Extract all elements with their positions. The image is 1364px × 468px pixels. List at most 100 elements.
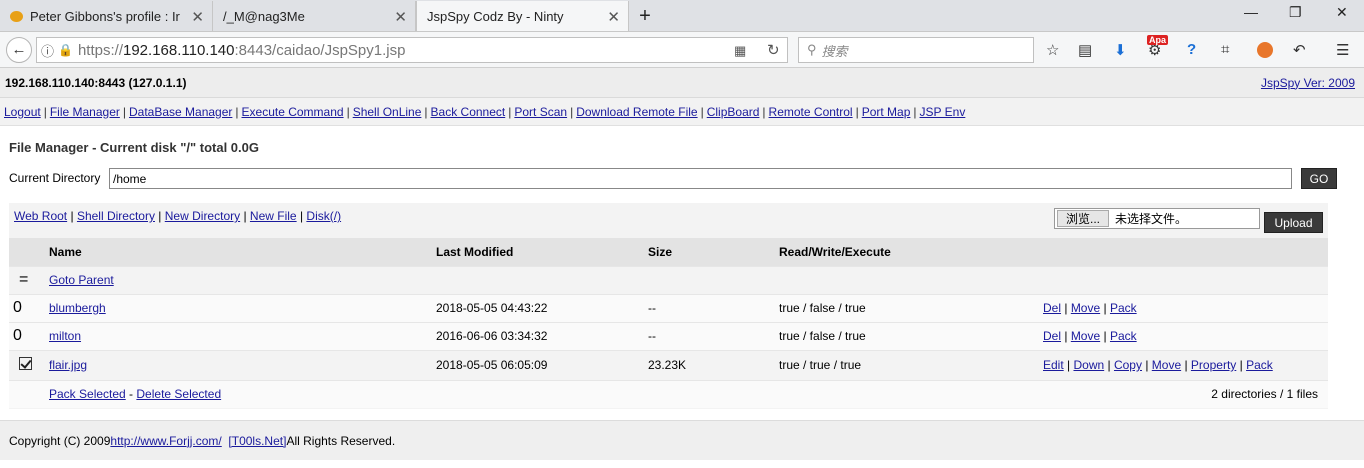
directory-summary: 2 directories / 1 files <box>1043 379 1328 408</box>
menu-remote-control[interactable]: Remote Control <box>769 105 853 119</box>
row-marker: 0 <box>13 327 22 344</box>
no-file-text: 未选择文件。 <box>1115 212 1188 226</box>
version-link[interactable]: JspSpy Ver: 2009 <box>1261 76 1355 90</box>
column-header-name: Name <box>49 238 436 266</box>
tab-strip: Peter Gibbons's profile : Ir ✕ /_M@nag3M… <box>0 0 1364 32</box>
table-row: flair.jpg 2018-05-05 06:05:09 23.23K tru… <box>9 349 1328 380</box>
close-icon[interactable]: ✕ <box>607 8 620 26</box>
menu-database-manager[interactable]: DataBase Manager <box>129 105 232 119</box>
shell-directory-link[interactable]: Shell Directory <box>77 209 155 223</box>
menu-jsp-env[interactable]: JSP Env <box>920 105 966 119</box>
upload-button[interactable]: Upload <box>1264 212 1323 233</box>
file-name-link[interactable]: blumbergh <box>49 301 106 315</box>
tab-label: JspSpy Codz By - Ninty <box>427 8 564 24</box>
tab-label: /_M@nag3Me <box>223 8 305 24</box>
search-placeholder: 搜索 <box>821 43 848 59</box>
del-link[interactable]: Del <box>1043 301 1061 315</box>
reading-list-icon[interactable]: ▤ <box>1078 41 1092 59</box>
menu-file-manager[interactable]: File Manager <box>50 105 120 119</box>
minimize-icon[interactable]: — <box>1244 4 1258 20</box>
delete-selected-link[interactable]: Delete Selected <box>136 387 221 401</box>
tab-manage[interactable]: /_M@nag3Me ✕ <box>213 1 416 31</box>
download-icon[interactable]: ⬇ <box>1114 41 1127 59</box>
pack-selected-link[interactable]: Pack Selected <box>49 387 126 401</box>
pack-link[interactable]: Pack <box>1110 301 1137 315</box>
row-actions: Del | Move | Pack <box>1043 293 1328 322</box>
qr-code-icon[interactable]: ▦ <box>734 43 746 59</box>
back-button[interactable]: ← <box>6 36 32 63</box>
menu-port-map[interactable]: Port Map <box>862 105 911 119</box>
table-row: 0 milton 2016-06-06 03:34:32 -- true / f… <box>9 321 1328 350</box>
apa-badge: Apa <box>1147 35 1169 45</box>
menu-back-connect[interactable]: Back Connect <box>431 105 506 119</box>
menu-shell-online[interactable]: Shell OnLine <box>353 105 422 119</box>
file-name-link[interactable]: milton <box>49 329 81 343</box>
del-link[interactable]: Del <box>1043 329 1061 343</box>
goto-parent-link[interactable]: Goto Parent <box>49 273 114 287</box>
reload-icon[interactable]: ↻ <box>767 41 780 59</box>
go-button[interactable]: GO <box>1301 168 1337 189</box>
chat-bubble-icon <box>10 10 23 22</box>
info-icon: ⓘ <box>41 43 55 59</box>
arrow-left-icon: ← <box>11 41 27 58</box>
menu-logout[interactable]: Logout <box>4 105 41 119</box>
copy-link[interactable]: Copy <box>1114 358 1142 372</box>
table-footer-row: Pack Selected - Delete Selected 2 direct… <box>9 379 1328 408</box>
current-directory-input[interactable] <box>109 168 1292 189</box>
restore-icon[interactable]: ❐ <box>1289 4 1302 21</box>
t00ls-link[interactable]: [T00ls.Net] <box>228 434 286 448</box>
menu-execute-command[interactable]: Execute Command <box>242 105 344 119</box>
menu-port-scan[interactable]: Port Scan <box>514 105 567 119</box>
search-box[interactable]: ⚲ 搜索 <box>798 37 1034 63</box>
crop-icon[interactable]: ⌗ <box>1221 41 1229 58</box>
disk-link[interactable]: Disk(/) <box>306 209 341 223</box>
file-input[interactable]: 浏览... 未选择文件。 <box>1054 208 1260 229</box>
main-menu: Logout | File Manager | DataBase Manager | … <box>0 98 1364 126</box>
url-scheme: https:// <box>77 41 123 59</box>
move-link[interactable]: Move <box>1071 329 1100 343</box>
new-file-link[interactable]: New File <box>250 209 297 223</box>
menu-clipboard[interactable]: ClipBoard <box>707 105 760 119</box>
undo-icon[interactable]: ↶ <box>1293 41 1306 59</box>
web-root-link[interactable]: Web Root <box>14 209 67 223</box>
file-name-link[interactable]: flair.jpg <box>49 358 87 372</box>
parent-marker: = <box>19 271 29 288</box>
close-icon[interactable]: ✕ <box>191 8 204 26</box>
page-header: 192.168.110.140:8443 (127.0.1.1) JspSpy … <box>0 68 1364 98</box>
close-icon[interactable]: ✕ <box>394 8 407 26</box>
permissions: true / false / true <box>779 321 1043 350</box>
row-marker: 0 <box>13 299 22 316</box>
menu-download-remote-file[interactable]: Download Remote File <box>576 105 697 119</box>
hamburger-menu-icon[interactable]: ☰ <box>1336 41 1349 59</box>
column-header-size: Size <box>648 238 779 266</box>
current-directory-row: Current Directory GO <box>9 168 1337 189</box>
row-actions: Edit | Down | Copy | Move | Property | P… <box>1043 349 1328 380</box>
close-window-icon[interactable]: ✕ <box>1336 4 1348 21</box>
file-size: -- <box>648 293 779 322</box>
page-footer: Copyright (C) 2009 http://www.Forjj.com/… <box>0 420 1364 460</box>
move-link[interactable]: Move <box>1152 358 1181 372</box>
table-header: Name Last Modified Size Read/Write/Execu… <box>9 238 1328 266</box>
property-link[interactable]: Property <box>1191 358 1236 372</box>
rights-text: All Rights Reserved. <box>286 433 396 448</box>
current-directory-label: Current Directory <box>9 171 101 185</box>
column-header-modified: Last Modified <box>436 238 648 266</box>
pack-link[interactable]: Pack <box>1110 329 1137 343</box>
edit-link[interactable]: Edit <box>1043 358 1064 372</box>
firefox-icon[interactable] <box>1257 42 1273 58</box>
tab-jspspy[interactable]: JspSpy Codz By - Ninty ✕ <box>416 1 629 31</box>
url-bar[interactable]: ⓘ 🔒 https://192.168.110.140:8443/caidao/… <box>36 37 788 63</box>
move-link[interactable]: Move <box>1071 301 1100 315</box>
select-checkbox[interactable] <box>19 357 32 370</box>
pack-link[interactable]: Pack <box>1246 358 1273 372</box>
forjj-link[interactable]: http://www.Forjj.com/ <box>110 434 221 448</box>
copyright-text: Copyright (C) 2009 <box>9 433 111 448</box>
new-tab-button[interactable]: + <box>629 1 661 31</box>
down-link[interactable]: Down <box>1073 358 1104 372</box>
browse-button[interactable]: 浏览... <box>1057 210 1110 227</box>
row-actions: Del | Move | Pack <box>1043 321 1328 350</box>
help-icon[interactable]: ? <box>1187 41 1196 58</box>
tab-profile[interactable]: Peter Gibbons's profile : Ir ✕ <box>0 1 213 31</box>
new-directory-link[interactable]: New Directory <box>165 209 240 223</box>
bookmark-star-icon[interactable]: ☆ <box>1046 41 1059 59</box>
